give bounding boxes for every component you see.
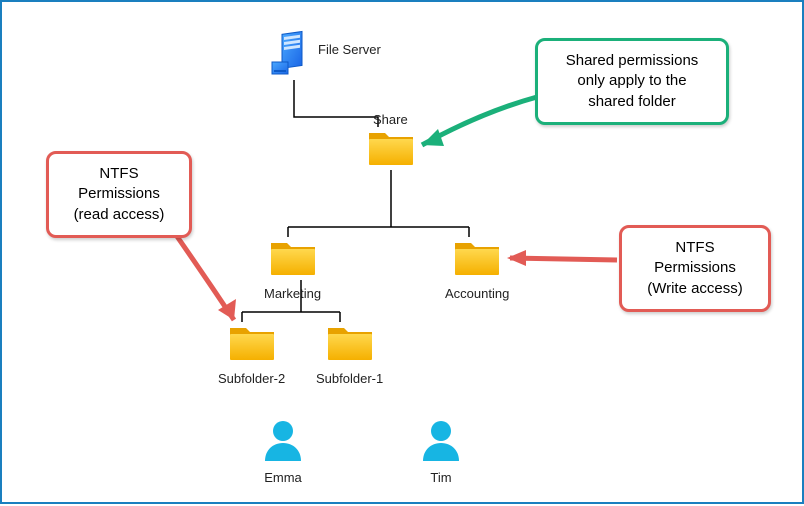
callout-ntfs-read: NTFS Permissions (read access) bbox=[46, 151, 192, 238]
callout-shared-permissions: Shared permissions only apply to the sha… bbox=[535, 38, 729, 125]
folder-subfolder-1: Subfolder-1 bbox=[316, 322, 383, 386]
folder-subfolder-2: Subfolder-2 bbox=[218, 322, 285, 386]
folder-subfolder-2-label: Subfolder-2 bbox=[218, 371, 285, 386]
callout-line: Permissions bbox=[654, 259, 736, 276]
user-tim-label: Tim bbox=[419, 470, 463, 485]
folder-accounting-label: Accounting bbox=[445, 286, 509, 301]
user-tim: Tim bbox=[419, 417, 463, 485]
server-icon bbox=[270, 30, 310, 78]
folder-share bbox=[367, 127, 415, 172]
user-emma-label: Emma bbox=[261, 470, 305, 485]
diagram-canvas: File Server Share Marketing Accounting S… bbox=[0, 0, 804, 504]
user-emma: Emma bbox=[261, 417, 305, 485]
folder-subfolder-1-label: Subfolder-1 bbox=[316, 371, 383, 386]
user-icon bbox=[261, 417, 305, 461]
callout-ntfs-write: NTFS Permissions (Write access) bbox=[619, 225, 771, 312]
folder-icon bbox=[367, 127, 415, 167]
callout-line: Permissions bbox=[78, 185, 160, 202]
folder-marketing-label: Marketing bbox=[264, 286, 321, 301]
callout-line: NTFS bbox=[99, 165, 138, 182]
callout-line: only apply to the bbox=[577, 72, 686, 89]
callout-line: Shared permissions bbox=[566, 52, 699, 69]
callout-line: NTFS bbox=[675, 239, 714, 256]
callout-line: (Write access) bbox=[647, 280, 743, 297]
folder-accounting: Accounting bbox=[445, 237, 509, 301]
folder-icon bbox=[453, 237, 501, 277]
callout-line: (read access) bbox=[74, 206, 165, 223]
file-server-label: File Server bbox=[318, 42, 381, 57]
folder-marketing: Marketing bbox=[264, 237, 321, 301]
folder-share-label: Share bbox=[373, 112, 408, 127]
folder-icon bbox=[269, 237, 317, 277]
user-icon bbox=[419, 417, 463, 461]
file-server-node bbox=[270, 30, 310, 83]
folder-icon bbox=[228, 322, 276, 362]
callout-line: shared folder bbox=[588, 93, 676, 110]
folder-icon bbox=[326, 322, 374, 362]
